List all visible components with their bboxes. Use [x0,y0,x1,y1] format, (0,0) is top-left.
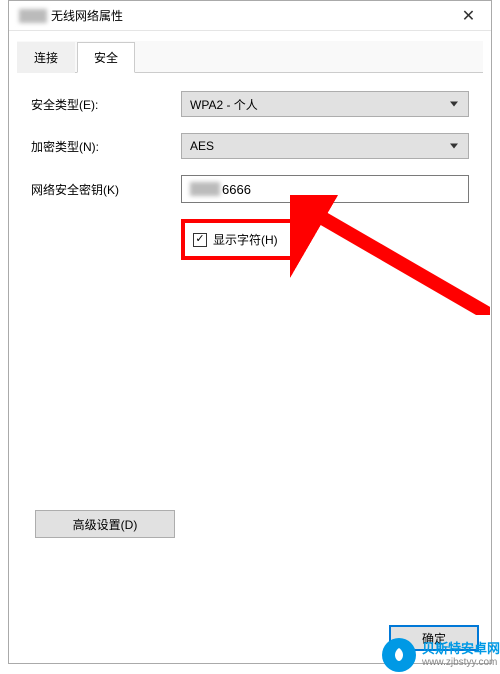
row-network-key: 网络安全密钥(K) 6666 [31,175,469,203]
label-encryption-type: 加密类型(N): [31,138,181,155]
security-panel: 安全类型(E): WPA2 - 个人 加密类型(N): AES 网络安全密钥(K… [9,73,491,556]
close-button[interactable]: ✕ [446,1,491,31]
input-network-key[interactable]: 6666 [181,175,469,203]
titlebar[interactable]: 无线网络属性 ✕ [9,1,491,31]
highlight-box: ✓ 显示字符(H) [181,219,294,260]
select-encryption-type[interactable]: AES [181,133,469,159]
watermark-logo-icon [382,638,416,672]
redacted-key-prefix [190,182,220,196]
watermark-name: 贝斯特安卓网 [422,641,500,657]
checkbox-label: 显示字符(H) [213,231,278,248]
select-value: WPA2 - 个人 [190,96,258,113]
advanced-settings-button[interactable]: 高级设置(D) [35,510,175,538]
tab-connect[interactable]: 连接 [17,42,75,73]
row-encryption-type: 加密类型(N): AES [31,133,469,159]
key-value-visible: 6666 [222,182,251,197]
select-value: AES [190,139,214,153]
dialog-window: 无线网络属性 ✕ 连接 安全 安全类型(E): WPA2 - 个人 加密类型(N… [8,0,492,664]
select-security-type[interactable]: WPA2 - 个人 [181,91,469,117]
close-icon: ✕ [462,6,475,26]
row-security-type: 安全类型(E): WPA2 - 个人 [31,91,469,117]
tab-strip: 连接 安全 [17,41,483,73]
tab-label: 连接 [34,51,58,65]
watermark: 贝斯特安卓网 www.zjbstyy.com [382,638,500,672]
redacted-prefix [19,9,47,23]
tab-label: 安全 [94,51,118,65]
button-label: 高级设置(D) [73,516,138,533]
show-chars-row: ✓ 显示字符(H) [181,219,469,260]
tab-security[interactable]: 安全 [77,42,135,73]
label-security-type: 安全类型(E): [31,96,181,113]
check-icon: ✓ [195,234,204,245]
label-network-key: 网络安全密钥(K) [31,181,181,198]
window-title: 无线网络属性 [51,7,123,24]
checkbox-show-chars[interactable]: ✓ [193,233,207,247]
watermark-url: www.zjbstyy.com [422,657,500,669]
